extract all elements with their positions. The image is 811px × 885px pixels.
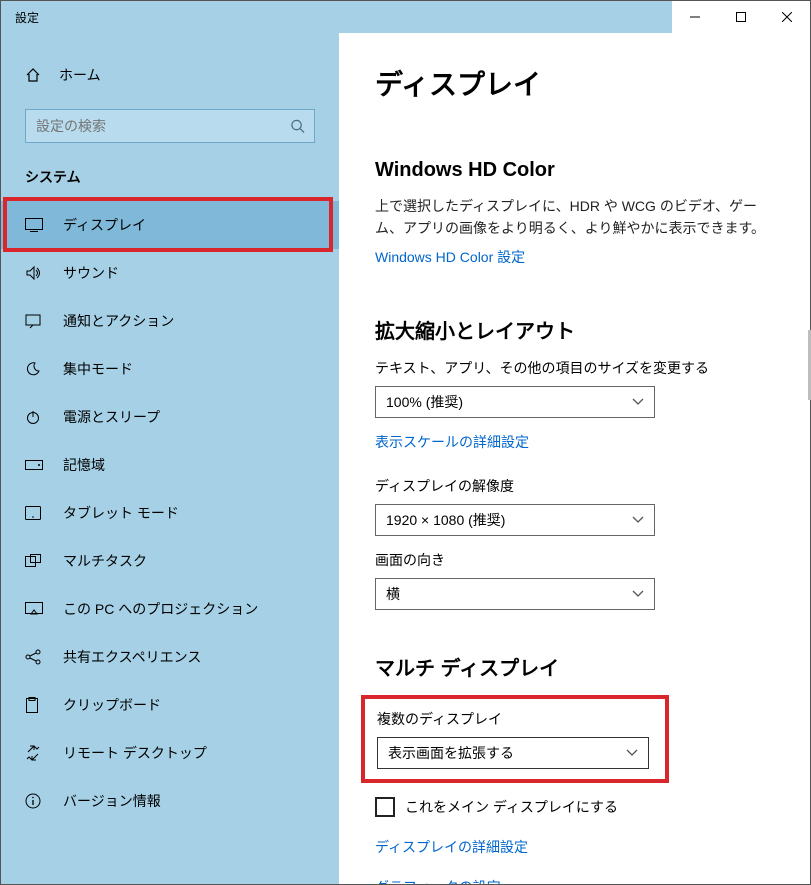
sidebar-item-label: バージョン情報 [63, 791, 161, 811]
search-input[interactable] [25, 109, 315, 143]
multi-display-select[interactable]: 表示画面を拡張する [377, 737, 649, 769]
orientation-value: 横 [386, 584, 400, 604]
sidebar-item-label: 記憶域 [63, 455, 105, 475]
sidebar-item-focus[interactable]: 集中モード [1, 345, 339, 393]
multi-highlight-box: 複数のディスプレイ 表示画面を拡張する [361, 695, 669, 783]
sidebar-item-remote[interactable]: リモート デスクトップ [1, 729, 339, 777]
chevron-down-icon [632, 516, 644, 524]
sidebar: ホーム システム ディスプレイ サウンド [1, 33, 339, 884]
home-icon [25, 67, 45, 83]
sidebar-nav: ディスプレイ サウンド 通知とアクション 集中モード 電源とスリープ [1, 201, 339, 825]
scale-heading: 拡大縮小とレイアウト [375, 315, 774, 344]
graphics-link[interactable]: グラフィックの設定 [375, 877, 501, 884]
text-size-value: 100% (推奨) [386, 392, 463, 412]
notification-icon [25, 313, 45, 329]
sidebar-item-clipboard[interactable]: クリップボード [1, 681, 339, 729]
hd-desc: 上で選択したディスプレイに、HDR や WCG のビデオ、ゲーム、アプリの画像を… [375, 196, 774, 239]
sidebar-item-label: マルチタスク [63, 551, 147, 571]
sidebar-item-display[interactable]: ディスプレイ [1, 201, 339, 249]
resolution-select[interactable]: 1920 × 1080 (推奨) [375, 504, 655, 536]
remote-icon [25, 745, 45, 761]
sidebar-item-tablet[interactable]: タブレット モード [1, 489, 339, 537]
sidebar-category: システム [1, 149, 339, 197]
home-label: ホーム [59, 65, 101, 85]
sidebar-item-projection[interactable]: この PC へのプロジェクション [1, 585, 339, 633]
orientation-label: 画面の向き [375, 550, 774, 570]
tablet-icon [25, 506, 45, 520]
display-advanced-link[interactable]: ディスプレイの詳細設定 [375, 837, 528, 857]
sidebar-item-notifications[interactable]: 通知とアクション [1, 297, 339, 345]
multi-display-section: マルチ ディスプレイ 複数のディスプレイ 表示画面を拡張する これをメイン ディ… [375, 652, 774, 884]
titlebar: 設定 [1, 1, 810, 33]
multitask-icon [25, 554, 45, 568]
close-button[interactable] [764, 1, 810, 33]
sidebar-item-label: 通知とアクション [63, 311, 174, 331]
sidebar-item-label: リモート デスクトップ [63, 743, 207, 763]
hd-heading: Windows HD Color [375, 159, 774, 182]
hd-color-section: Windows HD Color 上で選択したディスプレイに、HDR や WCG… [375, 159, 774, 273]
sidebar-item-label: サウンド [63, 263, 119, 283]
text-size-label: テキスト、アプリ、その他の項目のサイズを変更する [375, 358, 774, 378]
multi-label: 複数のディスプレイ [377, 709, 653, 729]
chevron-down-icon [626, 749, 638, 757]
window-title: 設定 [1, 9, 39, 26]
multi-heading: マルチ ディスプレイ [375, 652, 774, 681]
orientation-select[interactable]: 横 [375, 578, 655, 610]
checkbox-label: これをメイン ディスプレイにする [405, 797, 618, 817]
resolution-label: ディスプレイの解像度 [375, 476, 774, 496]
sidebar-item-multitask[interactable]: マルチタスク [1, 537, 339, 585]
projection-icon [25, 602, 45, 616]
sidebar-item-about[interactable]: バージョン情報 [1, 777, 339, 825]
display-icon [25, 218, 45, 232]
multi-value: 表示画面を拡張する [388, 743, 514, 763]
minimize-button[interactable] [672, 1, 718, 33]
text-size-select[interactable]: 100% (推奨) [375, 386, 655, 418]
hd-color-link[interactable]: Windows HD Color 設定 [375, 247, 525, 267]
sidebar-item-label: ディスプレイ [63, 215, 146, 235]
power-icon [25, 409, 45, 425]
info-icon [25, 793, 45, 809]
sidebar-item-shared[interactable]: 共有エクスペリエンス [1, 633, 339, 681]
resolution-value: 1920 × 1080 (推奨) [386, 510, 505, 530]
sidebar-item-label: タブレット モード [63, 503, 179, 523]
chevron-down-icon [632, 398, 644, 406]
sidebar-item-storage[interactable]: 記憶域 [1, 441, 339, 489]
home-button[interactable]: ホーム [1, 55, 339, 95]
maximize-button[interactable] [718, 1, 764, 33]
sidebar-item-power[interactable]: 電源とスリープ [1, 393, 339, 441]
content-panel: ディスプレイ Windows HD Color 上で選択したディスプレイに、HD… [339, 33, 810, 884]
sidebar-item-label: クリップボード [63, 695, 161, 715]
checkbox-icon [375, 797, 395, 817]
storage-icon [25, 460, 45, 470]
moon-icon [25, 361, 45, 377]
share-icon [25, 649, 45, 665]
clipboard-icon [25, 697, 45, 713]
sidebar-item-label: 共有エクスペリエンス [63, 647, 201, 667]
scale-advanced-link[interactable]: 表示スケールの詳細設定 [375, 432, 529, 452]
sidebar-item-label: 電源とスリープ [63, 407, 160, 427]
sidebar-item-sound[interactable]: サウンド [1, 249, 339, 297]
scale-section: 拡大縮小とレイアウト テキスト、アプリ、その他の項目のサイズを変更する 100%… [375, 315, 774, 610]
page-title: ディスプレイ [375, 63, 774, 103]
sidebar-item-label: 集中モード [63, 359, 133, 379]
sound-icon [25, 265, 45, 281]
sidebar-item-label: この PC へのプロジェクション [63, 599, 258, 619]
chevron-down-icon [632, 590, 644, 598]
main-display-checkbox[interactable]: これをメイン ディスプレイにする [375, 797, 774, 817]
